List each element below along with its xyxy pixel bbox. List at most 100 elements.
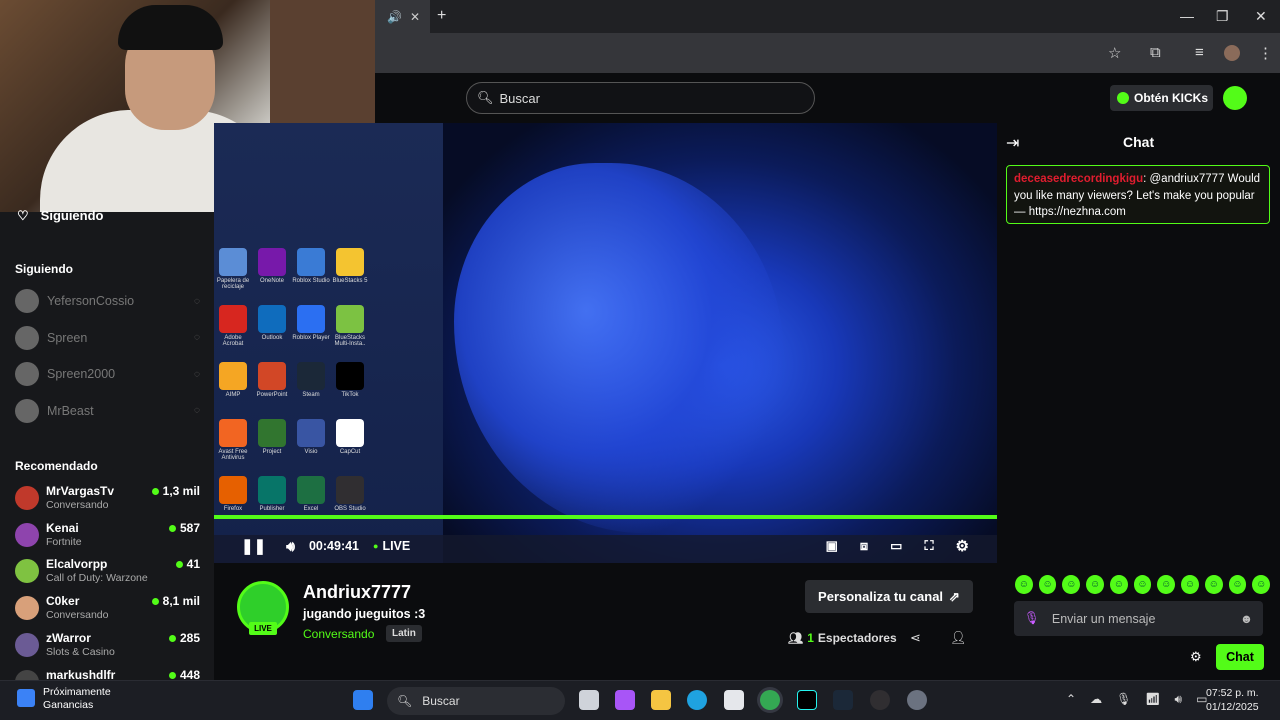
following-item[interactable]: MrBeast ◌ (15, 398, 200, 423)
following-item[interactable]: Spreen2000 ◌ (15, 362, 200, 386)
start-icon[interactable] (353, 690, 373, 710)
taskbar-search-label: Buscar (422, 694, 460, 708)
emote-icon[interactable]: ☺ (1157, 575, 1176, 594)
progress-bar[interactable] (214, 515, 997, 519)
maximize-button[interactable]: ❐ (1216, 8, 1229, 25)
recommended-category: Call of Duty: Warzone (46, 572, 148, 585)
get-kicks-button[interactable]: Obtén KICKs (1110, 85, 1213, 111)
settings-icon[interactable]: ⚙ (956, 537, 969, 555)
emote-icon[interactable]: ☺ (1228, 575, 1247, 594)
player-time: 00:49:41 (308, 539, 360, 553)
emote-icon[interactable]: ☺ (1204, 575, 1223, 594)
profile-avatar[interactable] (1224, 45, 1240, 61)
fullscreen-icon[interactable]: ⛶ (924, 538, 933, 554)
avatar (15, 289, 39, 313)
steam-icon[interactable] (833, 690, 853, 710)
language-tag[interactable]: Latin (386, 625, 422, 642)
news-title: Próximamente (43, 686, 111, 698)
search-input[interactable]: 🔍︎ Buscar (466, 82, 815, 114)
chat-settings-icon[interactable]: ⚙ (1190, 649, 1202, 665)
task-view-icon[interactable] (579, 690, 599, 710)
edge-icon[interactable] (687, 690, 707, 710)
viewer-label: Espectadores (817, 631, 897, 645)
taskbar-search[interactable]: 🔍︎ Buscar (387, 687, 565, 715)
theater-mode-icon[interactable]: ▭ (890, 538, 902, 554)
extensions-icon[interactable]: ⧉ (1150, 44, 1161, 61)
microphone-icon[interactable]: 🎙︎ (1116, 692, 1131, 707)
settings-app-icon[interactable] (907, 690, 927, 710)
pip-icon[interactable]: ▣ (826, 538, 838, 554)
recommended-item[interactable]: markushdlfr 448 (15, 668, 200, 680)
chat-message: deceasedrecordingkigu: @andriux7777 Woul… (1006, 165, 1270, 224)
pause-icon[interactable]: ❚❚ (241, 537, 266, 555)
cloud-icon[interactable]: ☁ (1090, 692, 1102, 707)
emote-icon[interactable]: ☺ (1015, 575, 1033, 594)
emote-icon[interactable]: ☺ (1181, 575, 1199, 594)
media-icon[interactable]: ≡ (1195, 44, 1204, 61)
obs-icon[interactable] (870, 690, 890, 710)
volume-icon[interactable]: 🔊︎ (286, 538, 295, 555)
tab-close-button[interactable]: ✕ (410, 10, 420, 24)
chrome-icon[interactable] (760, 690, 780, 710)
emote-icon[interactable]: ☺ (1038, 575, 1057, 594)
new-tab-button[interactable]: + (437, 7, 446, 25)
news-widget[interactable]: Próximamente Ganancias (17, 686, 111, 712)
chat-input[interactable]: 🎙︎ Enviar un mensaje ☻ (1014, 601, 1263, 636)
stream-category[interactable]: Conversando (303, 627, 374, 641)
customize-channel-button[interactable]: Personaliza tu canal ⇗ (805, 580, 973, 613)
emote-icon[interactable]: ☺ (1086, 575, 1104, 594)
desktop-icon-label: Firefox (223, 506, 243, 512)
desktop-icon: Publisher (253, 476, 291, 512)
desktop-app-icon (297, 476, 325, 504)
address-bar[interactable] (375, 33, 1280, 73)
chat-username[interactable]: deceasedrecordingkigu (1014, 173, 1143, 185)
emoji-icon[interactable]: ☻ (1240, 612, 1253, 626)
file-explorer-icon[interactable] (651, 690, 671, 710)
speaker-icon[interactable]: 🔊︎ (1175, 692, 1183, 707)
recommended-item[interactable]: MrVargasTv Conversando 1,3 mil (15, 484, 200, 520)
desktop-icon-label: Outlook (261, 335, 283, 341)
viewer-count: 👥︎ 1 Espectadores (788, 631, 897, 645)
following-item[interactable]: Spreen ◌ (15, 325, 200, 350)
sidebar-following-top[interactable]: ♡ Siguiendo (17, 208, 104, 224)
star-icon[interactable]: ☆ (1108, 44, 1121, 62)
desktop-icon: Papelera de reciclaje (214, 248, 252, 290)
avatar (15, 522, 39, 547)
avatar (15, 596, 39, 621)
share-icon[interactable]: ⋖ (910, 630, 921, 646)
clock[interactable]: 07:52 p. m. 01/12/2025 (1206, 686, 1259, 714)
video-player[interactable]: Papelera de reciclaje OneNote Roblox Studi… (214, 123, 997, 563)
recommended-item[interactable]: Kenai Fortnite 587 (15, 521, 200, 557)
copilot-icon[interactable] (615, 690, 635, 710)
user-avatar[interactable] (1223, 86, 1247, 110)
minimize-button[interactable]: — (1180, 8, 1194, 24)
emote-icon[interactable]: ☺ (1062, 575, 1081, 594)
emote-icon[interactable]: ☺ (1133, 575, 1152, 594)
microphone-icon[interactable]: 🎙︎ (1024, 611, 1040, 626)
chat-send-button[interactable]: Chat (1216, 644, 1264, 670)
desktop-icon-label: Steam (302, 392, 320, 398)
streamer-name[interactable]: Andriux7777 (303, 582, 411, 603)
wifi-icon[interactable]: 📶︎ (1145, 692, 1160, 707)
following-name: MrBeast (47, 403, 94, 418)
desktop-icon: Roblox Studio (292, 248, 330, 284)
store-icon[interactable] (724, 690, 744, 710)
offline-icon: ◌ (194, 295, 200, 307)
news-subtitle: Ganancias (43, 699, 94, 711)
tiktok-icon[interactable] (797, 690, 817, 710)
chevron-up-icon[interactable]: ⌃ (1066, 692, 1076, 707)
menu-icon[interactable]: ⋮ (1258, 44, 1273, 62)
browser-tab[interactable]: 🔊 ✕ (375, 0, 430, 33)
desktop-icon: Steam (292, 362, 330, 398)
close-window-button[interactable]: ✕ (1255, 8, 1267, 25)
clip-icon[interactable]: ⧈ (860, 538, 868, 554)
recommended-item[interactable]: zWarror Slots & Casino 285 (15, 631, 200, 667)
following-item[interactable]: YefersonCossio ◌ (15, 289, 200, 313)
emote-icon[interactable]: ☺ (1252, 575, 1271, 594)
collapse-chat-icon[interactable]: ⇥ (1006, 133, 1019, 153)
follow-user-icon[interactable]: 👤︎ (950, 630, 967, 646)
live-label: LIVE (382, 539, 411, 553)
recommended-item[interactable]: Elcalvorpp Call of Duty: Warzone 41 (15, 557, 200, 593)
recommended-item[interactable]: C0ker Conversando 8,1 mil (15, 594, 200, 630)
emote-icon[interactable]: ☺ (1109, 575, 1128, 594)
